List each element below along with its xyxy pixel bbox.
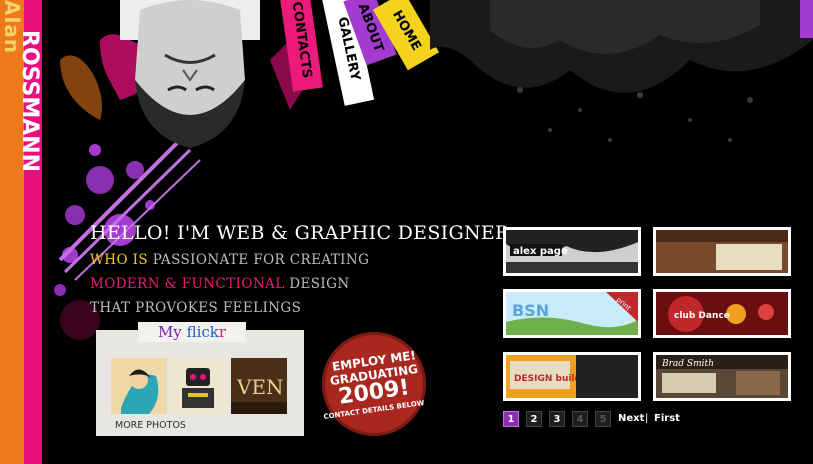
next-page-link[interactable]: Next	[618, 413, 644, 424]
intro-line-2: MODERN & FUNCTIONAL DESIGN	[90, 276, 350, 292]
svg-text:Brad Smith: Brad Smith	[661, 359, 714, 369]
ven-typography-icon: VEN	[231, 358, 287, 414]
flickr-title: My flickr	[138, 322, 246, 342]
intro-line-3: THAT PROVOKES FEELINGS	[90, 300, 302, 316]
portfolio-thumb-bsn: BSN print	[506, 292, 638, 335]
portfolio-item-brad-smith[interactable]: Brad Smith	[653, 352, 791, 401]
flickr-thumb-1[interactable]	[111, 358, 167, 414]
girl-illustration-icon	[111, 358, 167, 414]
portfolio-thumb-2	[656, 230, 788, 273]
portfolio-thumb-design-builder: DESIGN builder	[506, 355, 638, 398]
portfolio-thumb-alex-page: alex page	[506, 230, 638, 273]
page-1-button[interactable]: 1	[503, 411, 519, 427]
portfolio-thumb-brad-smith: Brad Smith	[656, 355, 788, 398]
portfolio-thumb-club-dance: club Dance	[656, 292, 788, 335]
svg-text:BSN: BSN	[512, 301, 549, 320]
headline: HELLO! I'M WEB & GRAPHIC DESIGNER	[90, 222, 510, 244]
intro-line-1: WHO IS PASSIONATE FOR CREATING	[90, 252, 370, 268]
flickr-thumb-3[interactable]: VEN	[231, 358, 287, 414]
robot-poster-icon	[170, 358, 226, 414]
page-5-button[interactable]: 5	[595, 411, 611, 427]
page-3-button[interactable]: 3	[549, 411, 565, 427]
brand-last-name: ROSSMANN	[17, 30, 42, 173]
portfolio-item-2[interactable]	[653, 227, 791, 276]
grunge-texture-decoration	[430, 0, 813, 142]
svg-text:club Dance: club Dance	[674, 311, 730, 321]
pagination-separator: |	[645, 413, 649, 424]
designer-portrait	[120, 0, 260, 148]
portfolio-item-bsn[interactable]: BSN print	[503, 289, 641, 338]
portfolio-item-club-dance[interactable]: club Dance	[653, 289, 791, 338]
intro-section: HELLO! I'M WEB & GRAPHIC DESIGNER WHO IS…	[90, 222, 510, 324]
svg-text:alex page: alex page	[513, 246, 568, 257]
corner-badge	[800, 0, 813, 38]
more-photos-link[interactable]: MORE PHOTOS	[115, 420, 186, 431]
page-4-button[interactable]: 4	[572, 411, 588, 427]
flickr-thumb-2[interactable]	[170, 358, 226, 414]
svg-text:VEN: VEN	[236, 375, 284, 399]
portfolio-item-alex-page[interactable]: alex page	[503, 227, 641, 276]
employ-me-badge[interactable]: EMPLOY ME! GRADUATING 2009! CONTACT DETA…	[322, 332, 426, 436]
portfolio-item-design-builder[interactable]: DESIGN builder	[503, 352, 641, 401]
first-page-link[interactable]: First	[654, 413, 680, 424]
page-2-button[interactable]: 2	[526, 411, 542, 427]
